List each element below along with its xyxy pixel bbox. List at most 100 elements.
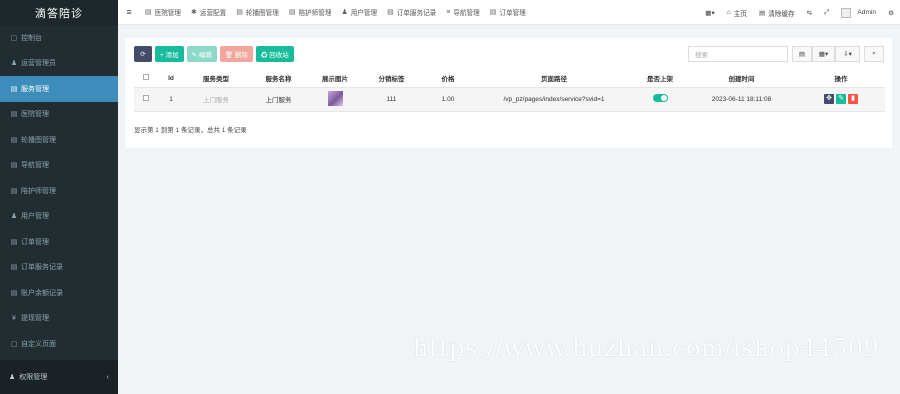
gear-icon: ✱ xyxy=(191,9,197,16)
cell-created: 2023-06-11 18:11:08 xyxy=(686,87,797,112)
content-panel: ⟳ + 添加 ✎ 编辑 🗑 删除 ♻ 回收站 搜索 ▤ ▦▾ ⇩▾ ⌕ Id 服… xyxy=(125,38,892,148)
column-header[interactable]: Id xyxy=(158,70,184,88)
sidebar-item-label: 账户余额记录 xyxy=(21,289,63,297)
add-button[interactable]: + 添加 xyxy=(155,46,184,62)
sidebar-item-withdrawals[interactable]: ¥ 提现管理 xyxy=(0,306,118,332)
sidebar-item-orders[interactable]: ▤ 订单管理 xyxy=(0,229,118,255)
refresh-button[interactable]: ⟳ xyxy=(134,46,152,62)
sidebar-item-operators[interactable]: ♟ 运营管理员 xyxy=(0,51,118,77)
toggle-view-icon[interactable]: ▤ xyxy=(792,46,812,62)
edit-button[interactable]: ✎ 编辑 xyxy=(186,46,217,62)
list-icon: ▤ xyxy=(10,85,18,93)
list-icon: ▤ xyxy=(10,289,18,297)
users-icon: ♟ xyxy=(9,374,16,381)
user-icon: ♟ xyxy=(10,213,18,221)
data-table: Id 服务类型 服务名称 展示图片 分销标签 价格 页面路径 是否上架 创建时间… xyxy=(134,70,885,112)
tab-label: 订单服务记录 xyxy=(396,10,437,17)
sidebar-item-label: 权限管理 xyxy=(19,374,48,381)
search-icon[interactable]: ⌕ xyxy=(864,46,884,62)
tab-orders[interactable]: ▤ 订单管理 xyxy=(485,7,531,17)
tab-label: 轮播图管理 xyxy=(245,10,279,17)
table-row[interactable]: 1 上门服务 上门服务 111 1.00 /vp_pz/pages/index/… xyxy=(134,87,885,112)
sidebar-item-navigation[interactable]: ▤ 导航管理 xyxy=(0,153,118,179)
drag-icon[interactable]: ✥ xyxy=(824,94,834,104)
home-icon: ⌂ xyxy=(726,9,731,16)
column-header[interactable]: 服务类型 xyxy=(184,70,248,88)
sidebar-item-hospitals[interactable]: ▤ 医院管理 xyxy=(0,102,118,128)
sidebar-item-label: 轮播图管理 xyxy=(21,136,56,144)
row-checkbox[interactable] xyxy=(134,87,158,112)
watermark: https://www.huzhan.com/ishop44509 xyxy=(413,334,880,362)
select-all-checkbox[interactable] xyxy=(134,70,158,88)
service-thumbnail[interactable] xyxy=(327,90,343,106)
sidebar-item-dashboard[interactable]: ▢ 控制台 xyxy=(0,25,118,51)
top-nav: ▤ 医院管理 ✱ 运营配置 ▤ 轮播图管理 ▤ 陪护师管理 ♟ 用户管理 ▤ 订单服务记录 … xyxy=(140,7,531,18)
sidebar-item-permissions[interactable]: ♟ 权限管理 ‹ xyxy=(0,360,118,394)
recycle-bin-button[interactable]: ♻ 回收站 xyxy=(255,46,294,62)
edit-icon[interactable]: ✎ xyxy=(836,94,846,104)
column-header[interactable]: 是否上架 xyxy=(634,70,686,88)
sidebar-item-custom-pages[interactable]: ▢ 自定义页面 xyxy=(0,331,118,357)
user-menu[interactable]: Admin xyxy=(835,7,882,18)
listed-toggle[interactable] xyxy=(652,94,668,102)
sidebar-item-order-records[interactable]: ▤ 订单服务记录 xyxy=(0,255,118,281)
table-header-row: Id 服务类型 服务名称 展示图片 分销标签 价格 页面路径 是否上架 创建时间… xyxy=(134,70,885,88)
column-header[interactable]: 展示图片 xyxy=(309,70,361,88)
cell-tag: 111 xyxy=(361,87,422,112)
user-icon: ♟ xyxy=(341,9,348,16)
column-header[interactable]: 分销标签 xyxy=(361,70,422,88)
sidebar-item-balance-records[interactable]: ▤ 账户余额记录 xyxy=(0,280,118,306)
cell-price: 1.00 xyxy=(422,87,474,112)
list-icon: ▤ xyxy=(489,9,497,16)
menu-toggle-icon[interactable]: ≡ xyxy=(118,7,140,17)
user-icon: ♟ xyxy=(10,60,18,68)
list-icon: ▤ xyxy=(10,136,18,144)
delete-button[interactable]: 🗑 删除 xyxy=(219,46,253,62)
grid-dropdown-icon[interactable]: ▦▾ xyxy=(699,9,721,17)
tab-config[interactable]: ✱ 运营配置 xyxy=(186,7,231,17)
column-header[interactable]: 创建时间 xyxy=(686,70,797,88)
list-icon: ▤ xyxy=(288,9,296,16)
username: Admin xyxy=(857,9,877,16)
clear-cache-button[interactable]: ▤ 清除缓存 xyxy=(753,8,801,18)
app-title[interactable]: 滴答陪诊 xyxy=(0,0,118,25)
tab-label: 订单管理 xyxy=(499,10,526,17)
home-link[interactable]: ⌂ 主页 xyxy=(721,8,753,18)
chevron-left-icon[interactable]: ‹ xyxy=(107,374,109,381)
sidebar-item-carousel[interactable]: ▤ 轮播图管理 xyxy=(0,127,118,153)
sidebar-item-label: 自定义页面 xyxy=(21,340,56,348)
sidebar-item-label: 陪护师管理 xyxy=(21,187,56,195)
column-header[interactable]: 页面路径 xyxy=(474,70,634,88)
fullscreen-icon[interactable]: ⤢ xyxy=(818,9,835,17)
settings-icon[interactable]: ⚙ xyxy=(882,9,900,17)
columns-dropdown-icon[interactable]: ▦▾ xyxy=(812,46,835,62)
sidebar-item-label: 用户管理 xyxy=(21,213,49,221)
cell-image xyxy=(309,87,361,112)
tab-hospitals[interactable]: ▤ 医院管理 xyxy=(140,7,186,17)
header-right: ▦▾ ⌂ 主页 ▤ 清除缓存 ⇆ ⤢ Admin ⚙ xyxy=(699,0,900,25)
avatar xyxy=(841,7,852,18)
column-header[interactable]: 价格 xyxy=(422,70,474,88)
sidebar-item-users[interactable]: ♟ 用户管理 xyxy=(0,204,118,230)
top-header: ≡ ▤ 医院管理 ✱ 运营配置 ▤ 轮播图管理 ▤ 陪护师管理 ♟ 用户管理 ▤ 订单服务记… xyxy=(118,0,900,25)
tab-carousel[interactable]: ▤ 轮播图管理 xyxy=(231,7,284,17)
tab-escorts[interactable]: ▤ 陪护师管理 xyxy=(284,7,337,17)
column-header: 操作 xyxy=(797,70,885,88)
translate-icon[interactable]: ⇆ xyxy=(801,9,819,17)
tab-order-records[interactable]: ▤ 订单服务记录 xyxy=(382,7,441,17)
search-input[interactable]: 搜索 xyxy=(688,46,788,62)
clear-cache-label: 清除缓存 xyxy=(768,10,795,18)
delete-icon[interactable]: ▮ xyxy=(848,94,858,104)
cell-path: /vp_pz/pages/index/service?svid=1 xyxy=(474,87,634,112)
sidebar-item-escorts[interactable]: ▤ 陪护师管理 xyxy=(0,178,118,204)
sidebar-item-label: 服务管理 xyxy=(21,85,49,93)
tab-users[interactable]: ♟ 用户管理 xyxy=(336,7,382,17)
sidebar-item-label: 导航管理 xyxy=(21,162,49,170)
export-dropdown-icon[interactable]: ⇩▾ xyxy=(835,46,860,62)
yuan-icon: ¥ xyxy=(12,314,16,322)
sidebar-menu: ▢ 控制台 ♟ 运营管理员 ▤ 服务管理 ▤ 医院管理 ▤ 轮播图管理 ▤ 导航管理 ▤ 陪护… xyxy=(0,25,118,357)
column-header[interactable]: 服务名称 xyxy=(248,70,309,88)
home-label: 主页 xyxy=(733,10,747,18)
sidebar-item-services[interactable]: ▤ 服务管理 xyxy=(0,76,118,102)
tab-navigation[interactable]: ≡ 导航管理 xyxy=(441,7,484,18)
